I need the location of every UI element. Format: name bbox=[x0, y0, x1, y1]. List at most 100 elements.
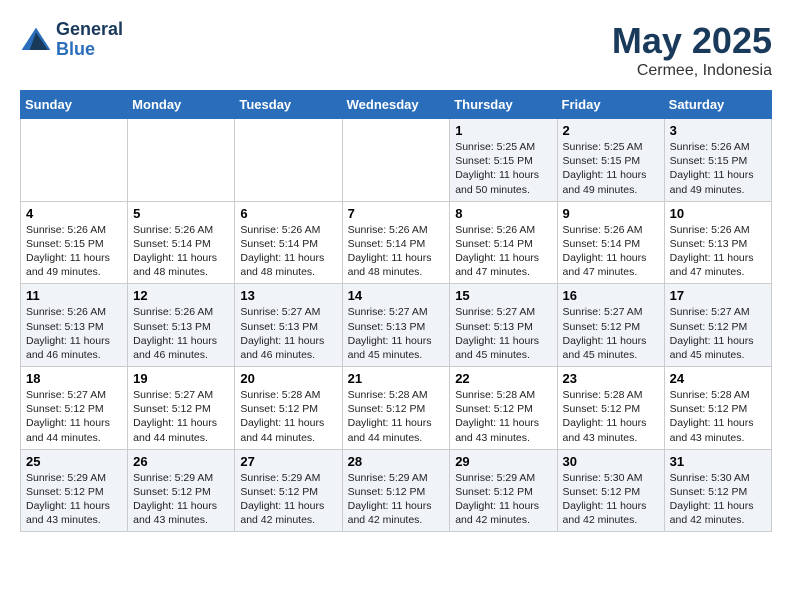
day-number: 15 bbox=[455, 288, 551, 303]
day-info: Sunrise: 5:29 AM Sunset: 5:12 PM Dayligh… bbox=[455, 471, 551, 528]
day-number: 26 bbox=[133, 454, 229, 469]
header-row: SundayMondayTuesdayWednesdayThursdayFrid… bbox=[21, 91, 772, 119]
day-number: 27 bbox=[240, 454, 336, 469]
day-number: 6 bbox=[240, 206, 336, 221]
header-saturday: Saturday bbox=[664, 91, 771, 119]
day-number: 9 bbox=[563, 206, 659, 221]
day-info: Sunrise: 5:29 AM Sunset: 5:12 PM Dayligh… bbox=[26, 471, 122, 528]
day-number: 3 bbox=[670, 123, 766, 138]
calendar-table: SundayMondayTuesdayWednesdayThursdayFrid… bbox=[20, 90, 772, 532]
day-info: Sunrise: 5:26 AM Sunset: 5:13 PM Dayligh… bbox=[670, 223, 766, 280]
calendar-header: SundayMondayTuesdayWednesdayThursdayFrid… bbox=[21, 91, 772, 119]
header-friday: Friday bbox=[557, 91, 664, 119]
day-info: Sunrise: 5:27 AM Sunset: 5:13 PM Dayligh… bbox=[348, 305, 445, 362]
day-info: Sunrise: 5:25 AM Sunset: 5:15 PM Dayligh… bbox=[563, 140, 659, 197]
logo: General Blue bbox=[20, 20, 123, 60]
day-cell: 29 Sunrise: 5:29 AM Sunset: 5:12 PM Dayli… bbox=[450, 449, 557, 532]
day-number: 10 bbox=[670, 206, 766, 221]
logo-icon bbox=[20, 26, 52, 54]
logo-text: General Blue bbox=[56, 20, 123, 60]
day-info: Sunrise: 5:28 AM Sunset: 5:12 PM Dayligh… bbox=[240, 388, 336, 445]
day-cell: 28 Sunrise: 5:29 AM Sunset: 5:12 PM Dayli… bbox=[342, 449, 450, 532]
day-cell: 22Sunrise: 5:28 AM Sunset: 5:12 PM Dayli… bbox=[450, 367, 557, 450]
day-cell: 3 Sunrise: 5:26 AM Sunset: 5:15 PM Daylig… bbox=[664, 119, 771, 202]
day-number: 29 bbox=[455, 454, 551, 469]
day-number: 21 bbox=[348, 371, 445, 386]
day-number: 8 bbox=[455, 206, 551, 221]
day-number: 16 bbox=[563, 288, 659, 303]
day-number: 14 bbox=[348, 288, 445, 303]
day-info: Sunrise: 5:29 AM Sunset: 5:12 PM Dayligh… bbox=[133, 471, 229, 528]
day-info: Sunrise: 5:26 AM Sunset: 5:13 PM Dayligh… bbox=[26, 305, 122, 362]
day-cell: 27 Sunrise: 5:29 AM Sunset: 5:12 PM Dayli… bbox=[235, 449, 342, 532]
logo-blue: Blue bbox=[56, 39, 95, 59]
week-row-2: 4 Sunrise: 5:26 AM Sunset: 5:15 PM Daylig… bbox=[21, 201, 772, 284]
day-cell: 2 Sunrise: 5:25 AM Sunset: 5:15 PM Daylig… bbox=[557, 119, 664, 202]
day-info: Sunrise: 5:27 AM Sunset: 5:12 PM Dayligh… bbox=[26, 388, 122, 445]
day-info: Sunrise: 5:26 AM Sunset: 5:15 PM Dayligh… bbox=[670, 140, 766, 197]
day-cell: 15 Sunrise: 5:27 AM Sunset: 5:13 PM Dayli… bbox=[450, 284, 557, 367]
week-row-4: 18 Sunrise: 5:27 AM Sunset: 5:12 PM Dayli… bbox=[21, 367, 772, 450]
day-info: Sunrise: 5:29 AM Sunset: 5:12 PM Dayligh… bbox=[240, 471, 336, 528]
day-number: 23 bbox=[563, 371, 659, 386]
day-cell: 8 Sunrise: 5:26 AM Sunset: 5:14 PM Daylig… bbox=[450, 201, 557, 284]
week-row-5: 25 Sunrise: 5:29 AM Sunset: 5:12 PM Dayli… bbox=[21, 449, 772, 532]
day-info: Sunrise: 5:27 AM Sunset: 5:13 PM Dayligh… bbox=[455, 305, 551, 362]
day-cell: 18 Sunrise: 5:27 AM Sunset: 5:12 PM Dayli… bbox=[21, 367, 128, 450]
day-cell: 16Sunrise: 5:27 AM Sunset: 5:12 PM Dayli… bbox=[557, 284, 664, 367]
month-title: May 2025 bbox=[612, 20, 772, 62]
day-number: 13 bbox=[240, 288, 336, 303]
day-info: Sunrise: 5:28 AM Sunset: 5:12 PM Dayligh… bbox=[348, 388, 445, 445]
location-subtitle: Cermee, Indonesia bbox=[612, 62, 772, 80]
day-info: Sunrise: 5:27 AM Sunset: 5:12 PM Dayligh… bbox=[670, 305, 766, 362]
day-info: Sunrise: 5:26 AM Sunset: 5:14 PM Dayligh… bbox=[240, 223, 336, 280]
day-cell: 12Sunrise: 5:26 AM Sunset: 5:13 PM Dayli… bbox=[128, 284, 235, 367]
day-number: 25 bbox=[26, 454, 122, 469]
week-row-3: 11Sunrise: 5:26 AM Sunset: 5:13 PM Dayli… bbox=[21, 284, 772, 367]
day-cell: 31 Sunrise: 5:30 AM Sunset: 5:12 PM Dayli… bbox=[664, 449, 771, 532]
calendar-body: 1 Sunrise: 5:25 AM Sunset: 5:15 PM Daylig… bbox=[21, 119, 772, 532]
day-number: 18 bbox=[26, 371, 122, 386]
day-number: 2 bbox=[563, 123, 659, 138]
day-cell: 30 Sunrise: 5:30 AM Sunset: 5:12 PM Dayli… bbox=[557, 449, 664, 532]
day-info: Sunrise: 5:26 AM Sunset: 5:15 PM Dayligh… bbox=[26, 223, 122, 280]
day-info: Sunrise: 5:26 AM Sunset: 5:14 PM Dayligh… bbox=[455, 223, 551, 280]
day-cell bbox=[342, 119, 450, 202]
day-cell: 23Sunrise: 5:28 AM Sunset: 5:12 PM Dayli… bbox=[557, 367, 664, 450]
day-info: Sunrise: 5:25 AM Sunset: 5:15 PM Dayligh… bbox=[455, 140, 551, 197]
logo-general: General bbox=[56, 19, 123, 39]
day-number: 1 bbox=[455, 123, 551, 138]
day-info: Sunrise: 5:27 AM Sunset: 5:12 PM Dayligh… bbox=[133, 388, 229, 445]
day-cell: 13 Sunrise: 5:27 AM Sunset: 5:13 PM Dayli… bbox=[235, 284, 342, 367]
day-cell: 4 Sunrise: 5:26 AM Sunset: 5:15 PM Daylig… bbox=[21, 201, 128, 284]
day-cell: 10 Sunrise: 5:26 AM Sunset: 5:13 PM Dayli… bbox=[664, 201, 771, 284]
day-cell: 7Sunrise: 5:26 AM Sunset: 5:14 PM Daylig… bbox=[342, 201, 450, 284]
week-row-1: 1 Sunrise: 5:25 AM Sunset: 5:15 PM Daylig… bbox=[21, 119, 772, 202]
title-block: May 2025 Cermee, Indonesia bbox=[612, 20, 772, 80]
day-cell: 20Sunrise: 5:28 AM Sunset: 5:12 PM Dayli… bbox=[235, 367, 342, 450]
header-wednesday: Wednesday bbox=[342, 91, 450, 119]
day-number: 7 bbox=[348, 206, 445, 221]
day-info: Sunrise: 5:26 AM Sunset: 5:14 PM Dayligh… bbox=[133, 223, 229, 280]
day-info: Sunrise: 5:26 AM Sunset: 5:13 PM Dayligh… bbox=[133, 305, 229, 362]
header-monday: Monday bbox=[128, 91, 235, 119]
day-info: Sunrise: 5:29 AM Sunset: 5:12 PM Dayligh… bbox=[348, 471, 445, 528]
day-info: Sunrise: 5:27 AM Sunset: 5:13 PM Dayligh… bbox=[240, 305, 336, 362]
day-cell: 25 Sunrise: 5:29 AM Sunset: 5:12 PM Dayli… bbox=[21, 449, 128, 532]
day-cell bbox=[235, 119, 342, 202]
day-cell bbox=[128, 119, 235, 202]
day-number: 4 bbox=[26, 206, 122, 221]
page-header: General Blue May 2025 Cermee, Indonesia bbox=[20, 20, 772, 80]
day-number: 28 bbox=[348, 454, 445, 469]
day-number: 30 bbox=[563, 454, 659, 469]
day-info: Sunrise: 5:30 AM Sunset: 5:12 PM Dayligh… bbox=[670, 471, 766, 528]
day-number: 31 bbox=[670, 454, 766, 469]
day-cell: 17Sunrise: 5:27 AM Sunset: 5:12 PM Dayli… bbox=[664, 284, 771, 367]
day-cell: 11Sunrise: 5:26 AM Sunset: 5:13 PM Dayli… bbox=[21, 284, 128, 367]
day-cell: 26 Sunrise: 5:29 AM Sunset: 5:12 PM Dayli… bbox=[128, 449, 235, 532]
day-cell: 9Sunrise: 5:26 AM Sunset: 5:14 PM Daylig… bbox=[557, 201, 664, 284]
day-cell: 24Sunrise: 5:28 AM Sunset: 5:12 PM Dayli… bbox=[664, 367, 771, 450]
day-number: 24 bbox=[670, 371, 766, 386]
day-cell bbox=[21, 119, 128, 202]
day-info: Sunrise: 5:30 AM Sunset: 5:12 PM Dayligh… bbox=[563, 471, 659, 528]
